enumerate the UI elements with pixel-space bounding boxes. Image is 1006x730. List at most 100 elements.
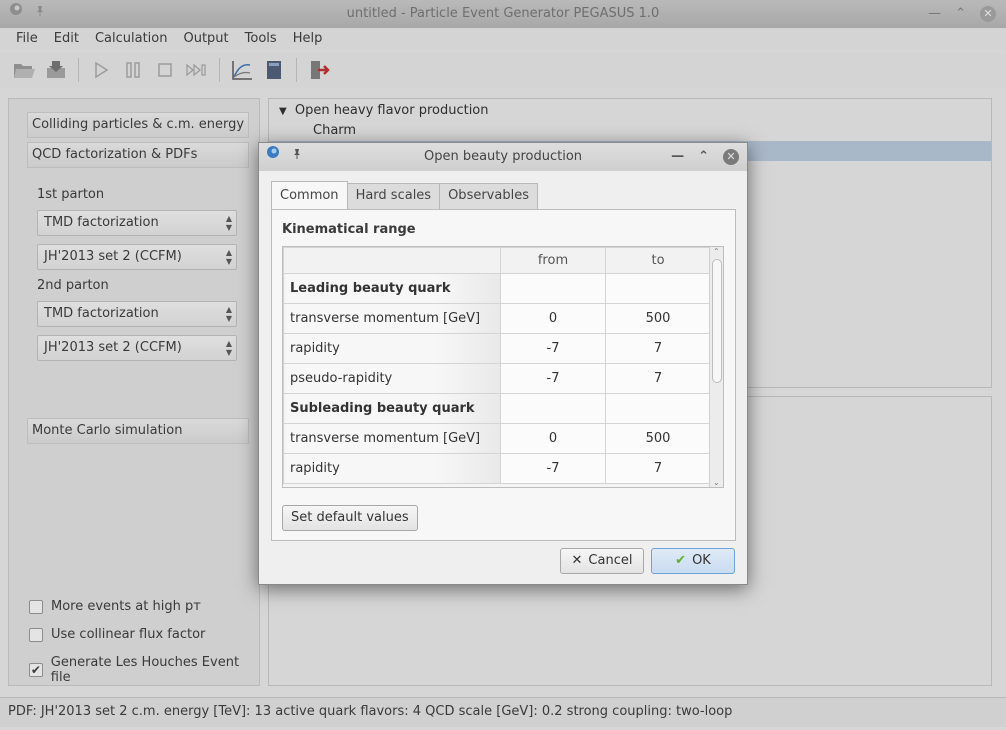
tree-item-label: Charm xyxy=(313,123,357,138)
maximize-icon[interactable]: ⌃ xyxy=(698,143,709,171)
ok-button[interactable]: ✔ OK xyxy=(651,548,735,574)
settings-panel: Colliding particles & c.m. energy QCD fa… xyxy=(8,98,260,686)
parton1-pdf-select[interactable]: JH'2013 set 2 (CCFM) ▲ ▼ xyxy=(37,244,237,270)
dialog-titlebar: Open beauty production — ⌃ ✕ xyxy=(259,143,747,171)
cell-to[interactable]: 7 xyxy=(605,363,711,394)
group-monte-carlo[interactable]: Monte Carlo simulation xyxy=(27,418,249,444)
combo-arrows-icon: ▲ ▼ xyxy=(225,339,232,357)
parton1-factorization-value: TMD factorization xyxy=(44,215,159,230)
dialog-tabs: Common Hard scales Observables xyxy=(271,181,538,209)
tab-observables[interactable]: Observables xyxy=(439,183,538,209)
group-colliding-particles[interactable]: Colliding particles & c.m. energy xyxy=(27,112,249,138)
checkbox-label: More events at high pᴛ xyxy=(51,599,201,614)
save-icon[interactable] xyxy=(42,56,70,84)
book-icon[interactable] xyxy=(260,56,288,84)
checkbox-collinear-flux[interactable]: Use collinear flux factor xyxy=(29,627,205,642)
menu-edit[interactable]: Edit xyxy=(46,28,87,50)
menu-calculation[interactable]: Calculation xyxy=(87,28,176,50)
cancel-button[interactable]: ✕ Cancel xyxy=(560,548,644,574)
open-icon[interactable] xyxy=(10,56,38,84)
table-row: Leading beauty quark xyxy=(283,273,711,304)
dialog-title: Open beauty production xyxy=(423,149,583,164)
scroll-up-icon[interactable]: ⌃ xyxy=(713,247,720,256)
stop-icon[interactable] xyxy=(151,56,179,84)
checkbox-label: Generate Les Houches Event file xyxy=(50,655,240,685)
table-header-row: from to xyxy=(283,247,711,274)
combo-arrows-icon: ▲ ▼ xyxy=(225,248,232,266)
parton1-label: 1st parton xyxy=(37,187,105,202)
table-row: transverse momentum [GeV] 0 500 xyxy=(283,423,711,454)
tree-item-open-heavy-flavor[interactable]: ▼ Open heavy flavor production xyxy=(269,101,991,121)
parton1-factorization-select[interactable]: TMD factorization ▲ ▼ xyxy=(37,210,237,236)
header-cell-from: from xyxy=(500,247,606,274)
maximize-icon[interactable]: ⌃ xyxy=(955,0,966,28)
menu-file[interactable]: File xyxy=(8,28,46,50)
minimize-icon[interactable]: — xyxy=(928,0,941,28)
pin-icon[interactable] xyxy=(34,0,46,28)
pause-icon[interactable] xyxy=(119,56,147,84)
parton2-label: 2nd parton xyxy=(37,278,109,293)
exit-icon[interactable] xyxy=(305,56,333,84)
row-label: Subleading beauty quark xyxy=(283,393,501,424)
tree-item-label: Open heavy flavor production xyxy=(294,103,489,118)
cell-from[interactable]: -7 xyxy=(500,363,606,394)
kinematical-range-table: from to Leading beauty quark transverse … xyxy=(282,246,724,488)
cell-from xyxy=(500,273,606,304)
cell-to[interactable]: 7 xyxy=(605,453,711,484)
row-label: Leading beauty quark xyxy=(283,273,501,304)
set-default-values-button[interactable]: Set default values xyxy=(282,505,418,531)
cell-from[interactable]: 0 xyxy=(500,423,606,454)
open-beauty-dialog: Open beauty production — ⌃ ✕ Common Hard… xyxy=(258,142,748,585)
parton2-factorization-select[interactable]: TMD factorization ▲ ▼ xyxy=(37,301,237,327)
tab-hard-scales[interactable]: Hard scales xyxy=(346,183,441,209)
checkbox-more-events[interactable]: More events at high pᴛ xyxy=(29,599,201,614)
row-label: transverse momentum [GeV] xyxy=(283,303,501,334)
minimize-icon[interactable]: — xyxy=(671,143,684,171)
pin-icon[interactable] xyxy=(291,143,303,171)
table-scrollbar[interactable]: ⌃ ⌄ xyxy=(709,247,723,487)
menu-output[interactable]: Output xyxy=(175,28,236,50)
menu-tools[interactable]: Tools xyxy=(237,28,285,50)
row-label: transverse momentum [GeV] xyxy=(283,423,501,454)
tree-item-charm[interactable]: Charm xyxy=(269,121,991,141)
scrollbar-thumb[interactable] xyxy=(712,259,722,383)
checkbox-box[interactable] xyxy=(29,599,43,614)
tab-common[interactable]: Common xyxy=(271,181,348,209)
cell-to[interactable]: 500 xyxy=(605,423,711,454)
close-icon[interactable]: ✕ xyxy=(980,6,996,22)
expand-arrow-icon[interactable]: ▼ xyxy=(279,106,287,117)
combo-arrows-icon: ▲ ▼ xyxy=(225,305,232,323)
cell-from[interactable]: 0 xyxy=(500,303,606,334)
row-label: rapidity xyxy=(283,453,501,484)
close-icon[interactable]: ✕ xyxy=(723,149,739,165)
parton2-pdf-select[interactable]: JH'2013 set 2 (CCFM) ▲ ▼ xyxy=(37,335,237,361)
header-cell-to: to xyxy=(605,247,711,274)
graph-icon[interactable] xyxy=(228,56,256,84)
combo-arrows-icon: ▲ ▼ xyxy=(225,214,232,232)
checkbox-box-checked[interactable]: ✔ xyxy=(29,663,43,677)
app-icon xyxy=(8,0,24,28)
toolbar xyxy=(0,52,1006,88)
table-row: transverse momentum [GeV] 0 500 xyxy=(283,303,711,334)
cell-from[interactable]: -7 xyxy=(500,453,606,484)
table-row: Subleading beauty quark xyxy=(283,393,711,424)
cell-to[interactable]: 7 xyxy=(605,333,711,364)
header-cell-label xyxy=(283,247,501,274)
checkbox-label: Use collinear flux factor xyxy=(51,627,206,642)
fast-forward-icon[interactable] xyxy=(183,56,211,84)
cell-to[interactable]: 500 xyxy=(605,303,711,334)
play-icon[interactable] xyxy=(87,56,115,84)
cell-to xyxy=(605,273,711,304)
group-qcd-factorization[interactable]: QCD factorization & PDFs xyxy=(27,142,249,168)
cell-from[interactable]: -7 xyxy=(500,333,606,364)
checkbox-box[interactable] xyxy=(29,627,43,642)
window-title: untitled - Particle Event Generator PEGA… xyxy=(346,6,660,21)
checkbox-les-houches[interactable]: ✔ Generate Les Houches Event file xyxy=(29,655,259,685)
scroll-down-icon[interactable]: ⌄ xyxy=(713,478,720,487)
menu-help[interactable]: Help xyxy=(285,28,331,50)
cell-to xyxy=(605,393,711,424)
app-icon xyxy=(265,143,281,171)
parton2-pdf-value: JH'2013 set 2 (CCFM) xyxy=(44,340,182,355)
toolbar-separator xyxy=(78,58,79,82)
cancel-label: Cancel xyxy=(588,553,633,568)
